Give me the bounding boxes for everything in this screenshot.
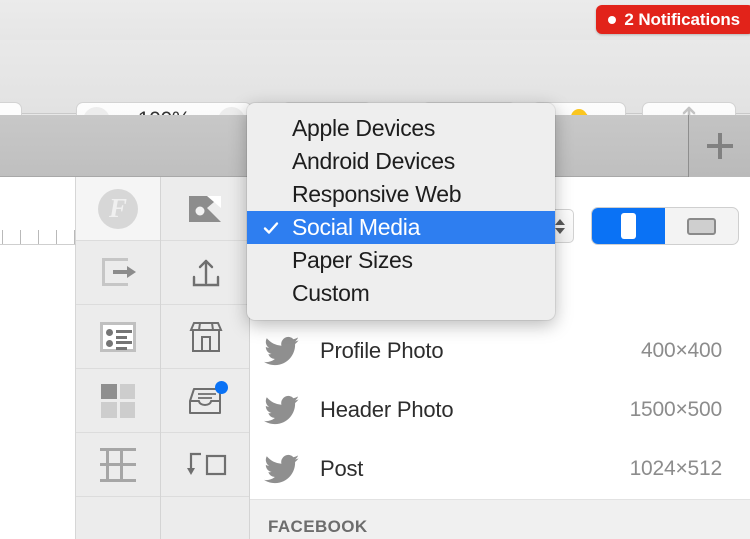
portrait-icon <box>621 213 636 239</box>
app-window: 2 Notifications − 100% + <box>0 0 750 539</box>
preset-dimensions: 1024×512 <box>630 457 722 481</box>
orientation-portrait-button[interactable] <box>592 208 665 244</box>
fireworks-f-logo-icon: F <box>98 189 138 229</box>
menu-item-label: Apple Devices <box>292 115 435 142</box>
flag-shape-icon <box>187 194 223 224</box>
storefront-icon <box>187 320 223 354</box>
export-arrow-icon <box>102 258 134 288</box>
preset-name: Profile Photo <box>302 338 641 364</box>
stepper-up-down-icon <box>555 219 565 234</box>
menu-item-label: Social Media <box>292 214 420 241</box>
orientation-landscape-button[interactable] <box>665 208 738 244</box>
menu-item-label: Android Devices <box>292 148 455 175</box>
tool-column-primary: F <box>76 177 161 539</box>
menu-item-label: Paper Sizes <box>292 247 413 274</box>
ruler <box>0 177 76 539</box>
menu-item-label: Custom <box>292 280 369 307</box>
preset-name: Post <box>302 456 630 482</box>
plus-icon <box>707 133 733 159</box>
table-row[interactable]: Post 1024×512 <box>250 439 750 498</box>
landscape-icon <box>687 218 716 235</box>
list-detail-icon <box>100 322 136 352</box>
checkmark-icon <box>263 220 279 236</box>
notification-badge[interactable]: 2 Notifications <box>596 5 750 34</box>
table-grid-icon <box>100 448 136 482</box>
sidebar-item-move-to-tool[interactable] <box>161 433 249 497</box>
top-strip: 2 Notifications <box>0 0 750 40</box>
arrow-to-square-icon <box>185 450 225 480</box>
orientation-segmented-control <box>591 207 739 245</box>
inbox-icon <box>186 385 224 417</box>
preset-name: Header Photo <box>302 397 630 423</box>
preset-dimensions: 400×400 <box>641 339 722 363</box>
tool-column-secondary <box>161 177 250 539</box>
twitter-bird-icon <box>262 395 302 425</box>
table-row[interactable]: Header Photo 1500×500 <box>250 380 750 439</box>
sidebar-item-shape-tool[interactable] <box>161 177 249 241</box>
menu-item-custom[interactable]: Custom <box>247 277 555 310</box>
twitter-bird-icon <box>262 336 302 366</box>
dot-icon <box>608 16 616 24</box>
menu-item-android-devices[interactable]: Android Devices <box>247 145 555 178</box>
table-row[interactable]: Profile Photo 400×400 <box>250 321 750 380</box>
menu-item-label: Responsive Web <box>292 181 461 208</box>
menu-item-apple-devices[interactable]: Apple Devices <box>247 112 555 145</box>
menu-item-responsive-web[interactable]: Responsive Web <box>247 178 555 211</box>
grid-four-squares-icon <box>101 384 135 418</box>
ruler-ticks <box>0 225 76 245</box>
sidebar-item-grid-tool[interactable] <box>76 369 160 433</box>
size-category-dropdown-menu: Apple Devices Android Devices Responsive… <box>247 103 555 320</box>
sidebar-item-upload-tool[interactable] <box>161 241 249 305</box>
menu-item-social-media[interactable]: Social Media <box>247 211 555 244</box>
preset-dimensions: 1500×500 <box>630 398 722 422</box>
sidebar-item-inbox-tool[interactable] <box>161 369 249 433</box>
sidebar-item-brand-logo[interactable]: F <box>76 177 160 241</box>
section-header-facebook: FACEBOOK <box>250 499 750 539</box>
twitter-bird-icon <box>262 454 302 484</box>
sidebar-item-store-tool[interactable] <box>161 305 249 369</box>
menu-item-paper-sizes[interactable]: Paper Sizes <box>247 244 555 277</box>
notification-label: 2 Notifications <box>624 10 740 30</box>
new-tab-button[interactable] <box>688 115 750 177</box>
sidebar-item-table-tool[interactable] <box>76 433 160 497</box>
sidebar-item-export-tool[interactable] <box>76 241 160 305</box>
notification-dot-badge <box>215 381 228 394</box>
sidebar-item-list-detail-tool[interactable] <box>76 305 160 369</box>
upload-arrow-icon <box>189 257 221 289</box>
